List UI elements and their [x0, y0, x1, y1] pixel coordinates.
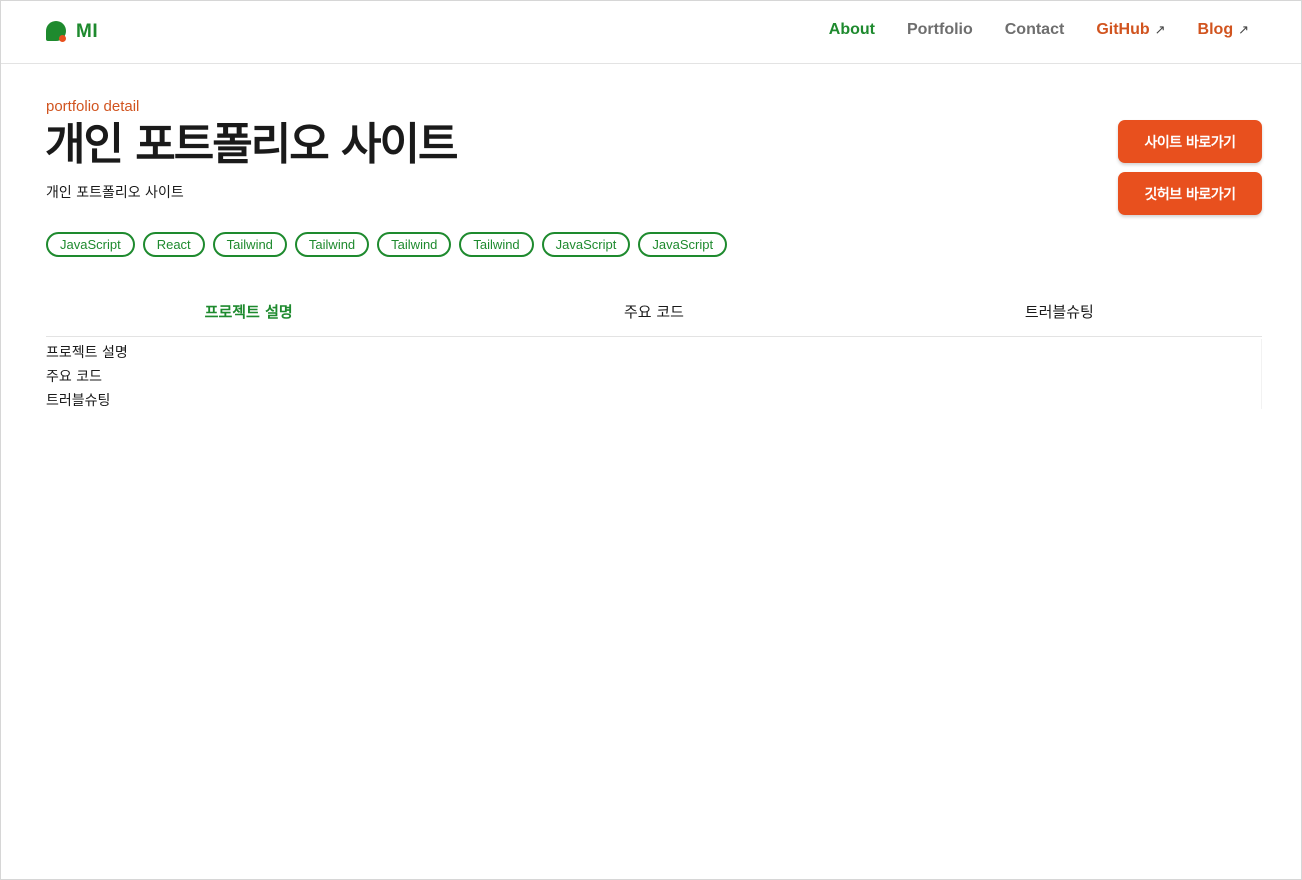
content-line: 프로젝트 설명 [46, 345, 128, 361]
nav-item-contact[interactable]: Contact [1005, 21, 1065, 39]
main-nav: About Portfolio Contact GitHub ↗ Blog ↗ [797, 21, 1249, 39]
leaf-logo-icon [46, 21, 68, 43]
nav-item-label: Portfolio [906, 21, 973, 38]
detail-tabs: 프로젝트 설명 주요 코드 트러블슈팅 [46, 287, 1262, 337]
nav-item-label: Blog [1197, 21, 1234, 38]
page: MI About Portfolio Contact GitHub ↗ Blog… [0, 0, 1302, 880]
tech-tag: JavaScript [541, 232, 631, 257]
tab-content-panel: 프로젝트 설명 주요 코드 트러블슈팅 [46, 339, 1262, 409]
page-title: 개인 포트폴리오 사이트 [45, 119, 458, 170]
nav-item-about[interactable]: About [829, 21, 875, 39]
content-line: 주요 코드 [46, 369, 102, 385]
nav-item-label: Contact [1004, 21, 1065, 38]
nav-item-blog[interactable]: Blog ↗ [1198, 21, 1249, 39]
tech-tag: JavaScript [46, 232, 135, 257]
tech-tag: Tailwind [212, 232, 287, 257]
tech-tag: React [142, 232, 205, 257]
tab-key-code[interactable]: 주요 코드 [451, 287, 856, 336]
visit-site-button[interactable]: 사이트 바로가기 [1118, 120, 1262, 163]
nav-item-portfolio[interactable]: Portfolio [907, 21, 973, 39]
nav-item-github[interactable]: GitHub ↗ [1096, 21, 1165, 39]
tech-tag: Tailwind [377, 232, 452, 257]
tech-tag: JavaScript [638, 232, 728, 257]
tech-tag-list: JavaScript React Tailwind Tailwind Tailw… [46, 232, 735, 257]
page-subtitle: 개인 포트폴리오 사이트 [46, 185, 184, 201]
tab-troubleshooting[interactable]: 트러블슈팅 [857, 287, 1262, 336]
content-line: 트러블슈팅 [46, 393, 111, 409]
eyebrow-label: portfolio detail [46, 98, 140, 115]
arrow-up-right-icon: ↗ [1238, 22, 1249, 37]
logo-text: MI [76, 21, 99, 42]
logo-link[interactable]: MI [46, 21, 98, 43]
visit-github-button[interactable]: 깃허브 바로가기 [1118, 172, 1262, 215]
tech-tag: Tailwind [459, 232, 534, 257]
site-header: MI About Portfolio Contact GitHub ↗ Blog… [1, 1, 1301, 64]
nav-item-label: About [828, 21, 875, 38]
arrow-up-right-icon: ↗ [1154, 22, 1166, 37]
tech-tag: Tailwind [294, 232, 370, 257]
tab-project-description[interactable]: 프로젝트 설명 [46, 287, 451, 336]
nav-item-label: GitHub [1096, 21, 1150, 38]
